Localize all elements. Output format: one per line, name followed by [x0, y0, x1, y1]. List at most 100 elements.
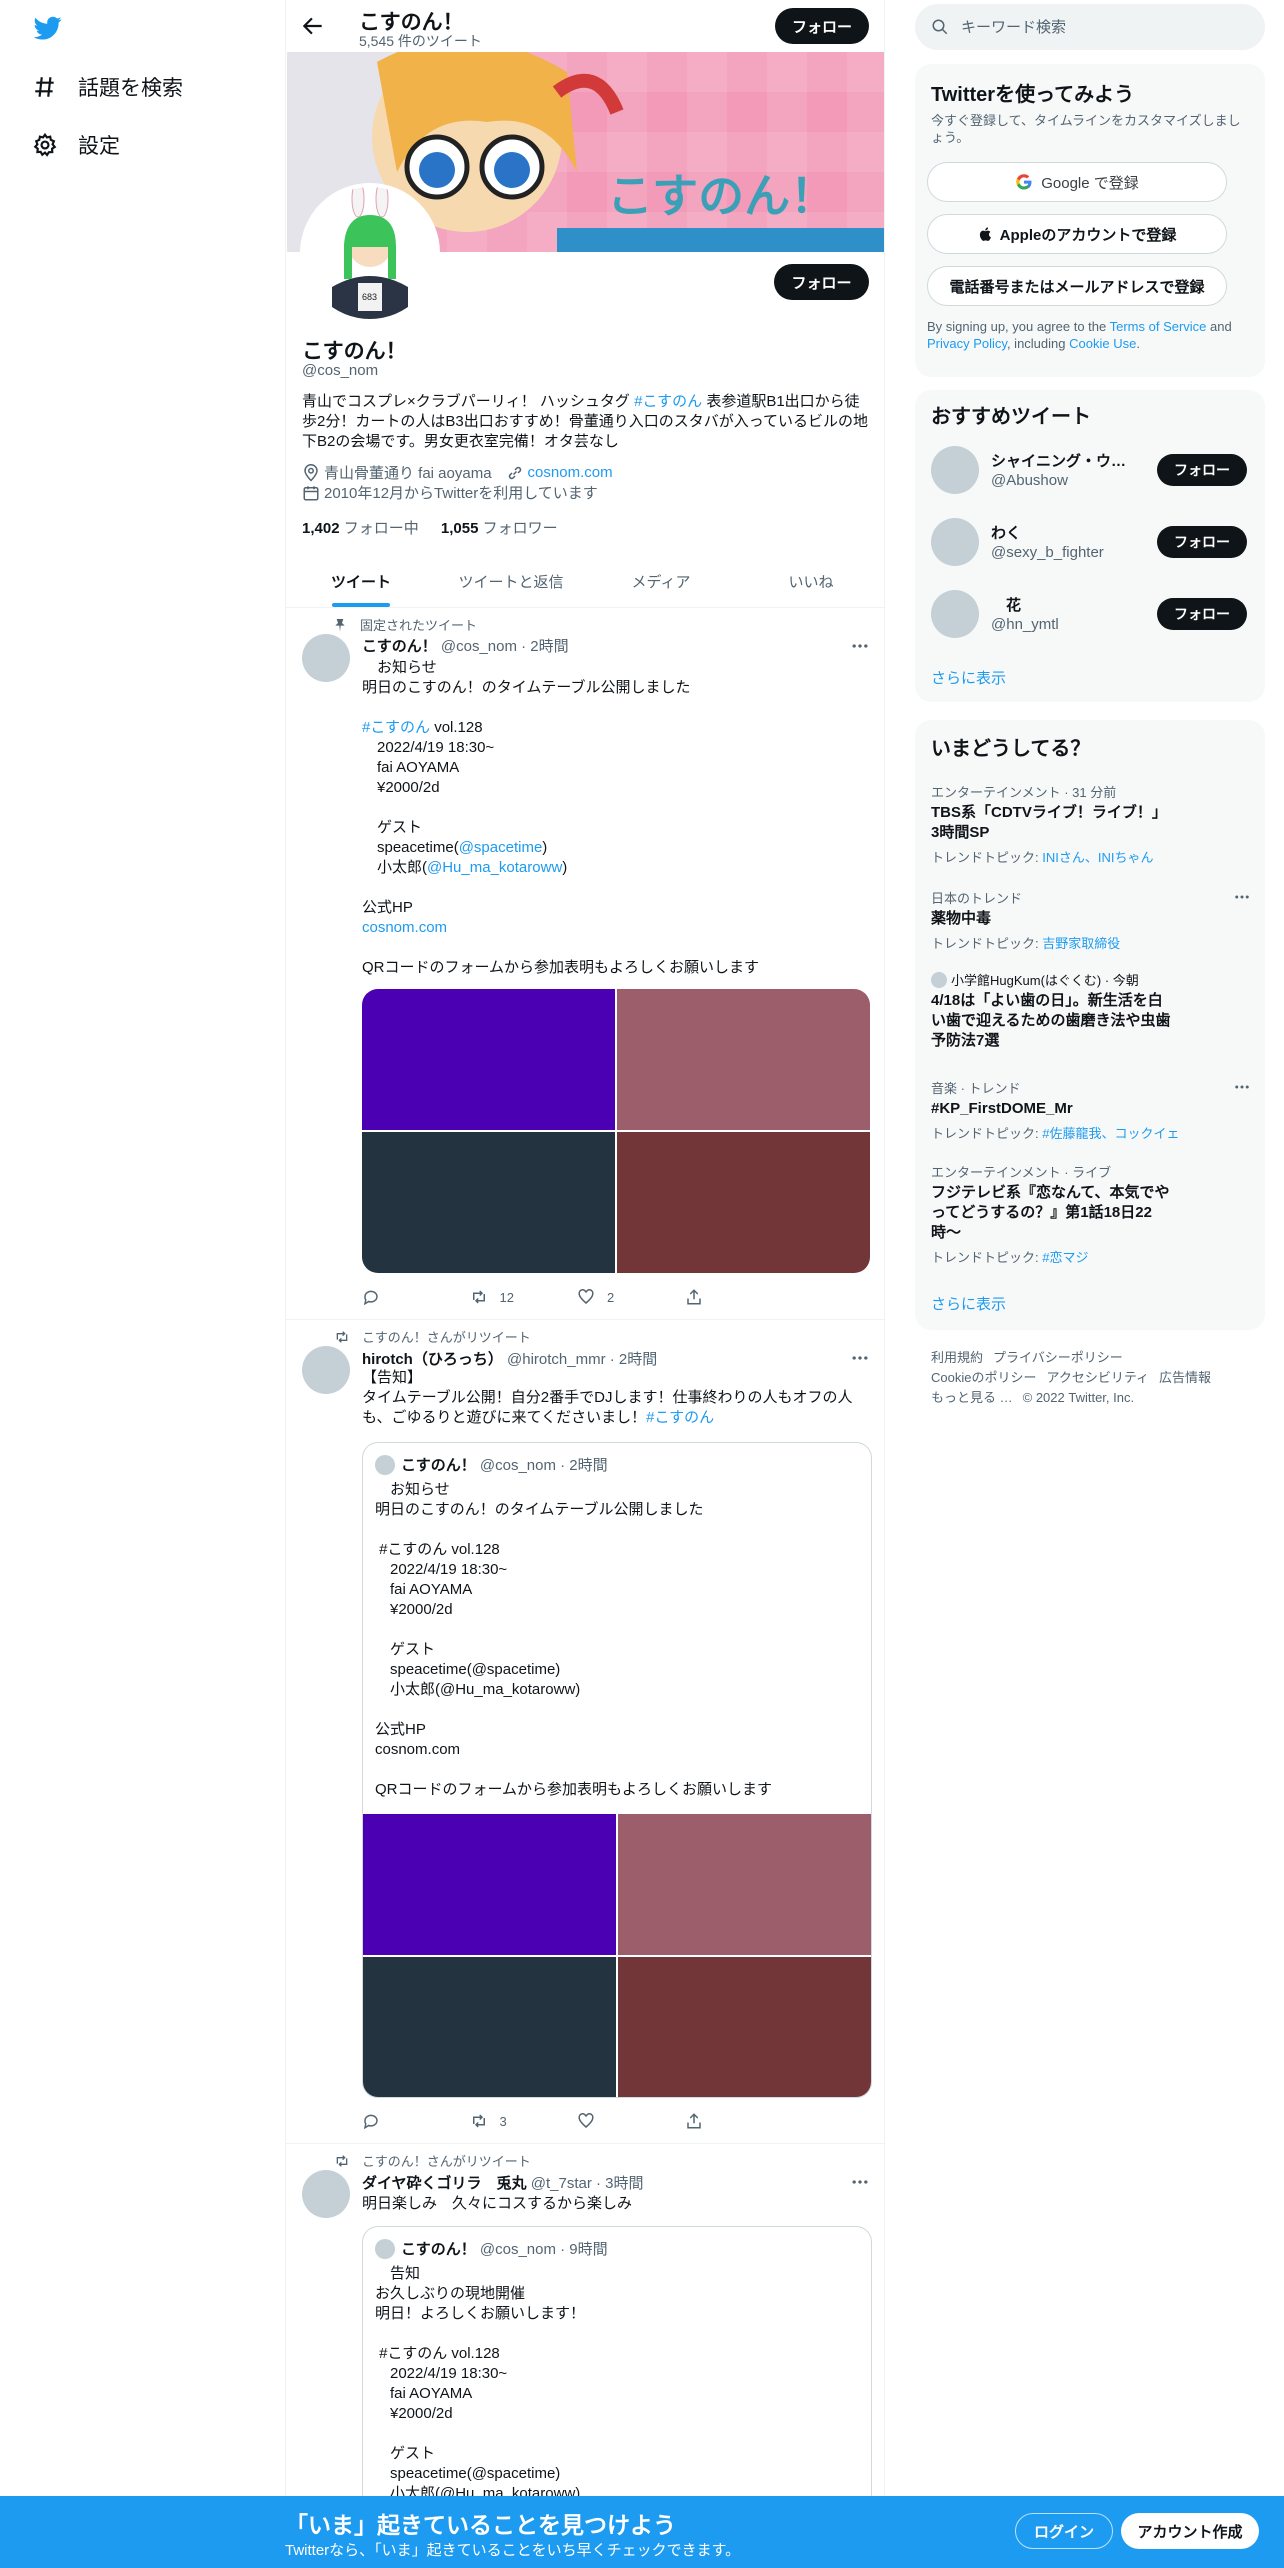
trend-item[interactable]: 音楽 · トレンド #KP_FirstDOME_Mr トレンドトピック: #佐藤…: [931, 1078, 1251, 1142]
apple-signup-button[interactable]: Appleのアカウントで登録: [927, 214, 1227, 254]
phone-email-signup-button[interactable]: 電話番号またはメールアドレスで登録: [927, 266, 1227, 306]
url-link[interactable]: cosnom.com: [362, 919, 447, 936]
trend-topics-links[interactable]: #佐藤龍我、コックイェ: [1042, 1126, 1179, 1141]
mention-link[interactable]: @spacetime: [459, 839, 543, 856]
tweet-text-part: vol.128 2022/4/19 18:30~ fai AOYAMA ¥200…: [377, 719, 495, 856]
retweet-button[interactable]: 3: [470, 2109, 578, 2133]
twitter-logo-icon[interactable]: [32, 14, 64, 42]
trend-topics-links[interactable]: INIさん、INIちゃん: [1042, 850, 1153, 865]
tweet-author-name[interactable]: こすのん！: [362, 638, 437, 655]
tweet-author-name[interactable]: hirotch（ひろっち）: [362, 1351, 503, 1368]
following-label: フォロー中: [343, 520, 419, 537]
following-link[interactable]: 1,402 フォロー中: [302, 520, 419, 537]
media-image[interactable]: [618, 1957, 871, 2097]
more-options-icon[interactable]: [850, 636, 870, 656]
trend-item[interactable]: 小学館HugKum(はぐくむ) · 今朝 4/18は「よい歯の日」。新生活を白い…: [931, 970, 1251, 1051]
profile-follow-button[interactable]: フォロー: [774, 264, 869, 300]
google-signup-label: Google で登録: [1041, 174, 1139, 192]
follow-button[interactable]: フォロー: [1157, 526, 1247, 558]
profile-website-link[interactable]: cosnom.com: [528, 464, 613, 481]
tweet-author-handle[interactable]: @hirotch_mmr · 2時間: [507, 1351, 657, 1368]
footer-link[interactable]: 利用規約: [931, 1350, 983, 1365]
quoted-tweet[interactable]: こすのん！ @cos_nom · 2時間 お知らせ 明日のこすのん！のタイムテー…: [362, 1442, 872, 2098]
media-image[interactable]: [618, 1814, 871, 1955]
more-options-icon[interactable]: [850, 2172, 870, 2192]
recommended-user[interactable]: わく @sexy_b_fighter フォロー: [931, 514, 1251, 570]
trend-item[interactable]: エンターテインメント · 31 分前 TBS系「CDTVライブ！ライブ！」3時間…: [931, 782, 1251, 866]
trend-title: フジテレビ系『恋なんて、本気でやってどうするの？』第1話18日22時〜: [931, 1184, 1170, 1241]
trend-item[interactable]: エンターテインメント · ライブ フジテレビ系『恋なんて、本気でやってどうするの…: [931, 1162, 1251, 1266]
media-image[interactable]: [363, 1957, 616, 2097]
trend-topics-label: トレンドトピック:: [931, 850, 1043, 865]
trend-item[interactable]: 日本のトレンド 薬物中毒 トレンドトピック: 吉野家取締役: [931, 888, 1251, 952]
show-more-link[interactable]: さらに表示: [931, 667, 1006, 688]
tweet-author-handle[interactable]: @cos_nom · 2時間: [441, 638, 569, 655]
terms-of-service-link[interactable]: Terms of Service: [1110, 319, 1207, 334]
footer-link[interactable]: 広告情報: [1159, 1370, 1211, 1385]
tweet-retweeted[interactable]: こすのん！さんがリツイート hirotch（ひろっち） @hirotch_mmr…: [286, 1320, 884, 2144]
recommended-user[interactable]: シャイニング・ウィザード @Abushow フォロー: [931, 442, 1251, 498]
privacy-policy-link[interactable]: Privacy Policy: [927, 336, 1007, 351]
footer-link[interactable]: プライバシーポリシー: [993, 1350, 1123, 1365]
bio-hashtag-link[interactable]: #こすのん: [634, 393, 702, 410]
nav-settings[interactable]: 設定: [32, 125, 120, 165]
create-account-button[interactable]: アカウント作成: [1121, 2513, 1259, 2549]
avatar[interactable]: [302, 1346, 350, 1394]
terms-text: By signing up, you agree to the: [927, 319, 1110, 334]
followers-link[interactable]: 1,055 フォロワー: [441, 520, 558, 537]
like-button[interactable]: [577, 2109, 685, 2133]
media-image[interactable]: [617, 1132, 870, 1273]
share-button[interactable]: [685, 2109, 793, 2133]
more-options-icon[interactable]: [1233, 888, 1251, 906]
show-more-link[interactable]: さらに表示: [931, 1293, 1006, 1314]
retweet-count: 12: [499, 1289, 514, 1305]
profile-joined-row: 2010年12月からTwitterを利用しています: [302, 482, 598, 503]
profile-avatar[interactable]: 683: [300, 183, 440, 323]
tweet-pinned[interactable]: 固定されたツイート こすのん！ @cos_nom · 2時間 お知らせ 明日のこ…: [286, 608, 884, 1320]
tweet-author-handle[interactable]: @t_7star · 3時間: [531, 2175, 644, 2192]
retweet-button[interactable]: 12: [470, 1285, 578, 1309]
media-image[interactable]: [363, 1814, 616, 1955]
login-button[interactable]: ログイン: [1015, 2513, 1113, 2549]
trend-topics-links[interactable]: #恋マジ: [1042, 1250, 1088, 1265]
pin-icon: [332, 617, 348, 633]
search-box[interactable]: [915, 4, 1265, 50]
trends-card: いまどうしてる？ エンターテインメント · 31 分前 TBS系「CDTVライブ…: [915, 720, 1265, 1330]
media-image[interactable]: [362, 1132, 615, 1273]
more-options-icon[interactable]: [850, 1348, 870, 1368]
follow-button[interactable]: フォロー: [1157, 454, 1247, 486]
tab-tweets-and-replies[interactable]: ツイートと返信: [436, 555, 586, 607]
share-button[interactable]: [685, 1285, 793, 1309]
footer-link[interactable]: Cookieのポリシー: [931, 1370, 1036, 1385]
reply-button[interactable]: [362, 2109, 470, 2133]
reply-button[interactable]: [362, 1285, 470, 1309]
hashtag-link[interactable]: #こすのん: [646, 1409, 714, 1426]
tab-media[interactable]: メディア: [586, 555, 736, 607]
search-input[interactable]: [961, 18, 1241, 36]
tab-likes[interactable]: いいね: [736, 555, 884, 607]
more-options-icon[interactable]: [1233, 1078, 1251, 1096]
trend-topics-links[interactable]: 吉野家取締役: [1042, 936, 1120, 951]
tweet-author-name[interactable]: ダイヤ砕くゴリラ 兎丸: [362, 2175, 527, 2192]
header-follow-button[interactable]: フォロー: [775, 8, 869, 44]
tweet-actions: 3: [362, 2109, 792, 2133]
nav-explore[interactable]: 話題を検索: [32, 67, 183, 107]
retweeted-label[interactable]: こすのん！さんがリツイート: [362, 2151, 531, 2170]
footer-link[interactable]: もっと見る …: [931, 1390, 1013, 1405]
hashtag-link[interactable]: #こすのん: [362, 719, 430, 736]
recommended-user[interactable]: 花 @hn_ymtl フォロー: [931, 586, 1251, 642]
media-image[interactable]: [362, 989, 615, 1130]
media-image[interactable]: [617, 989, 870, 1130]
google-signup-button[interactable]: Google で登録: [927, 162, 1227, 202]
mention-link[interactable]: @Hu_ma_kotaroww: [427, 859, 562, 876]
follow-button[interactable]: フォロー: [1157, 598, 1247, 630]
cookie-use-link[interactable]: Cookie Use: [1069, 336, 1136, 351]
back-arrow-icon[interactable]: [300, 13, 326, 39]
tab-tweets[interactable]: ツイート: [286, 555, 436, 607]
apple-icon: [979, 227, 991, 241]
avatar[interactable]: [302, 2170, 350, 2218]
retweeted-label[interactable]: こすのん！さんがリツイート: [362, 1327, 531, 1346]
like-button[interactable]: 2: [577, 1285, 685, 1309]
avatar[interactable]: [302, 634, 350, 682]
footer-link[interactable]: アクセシビリティ: [1046, 1370, 1149, 1385]
